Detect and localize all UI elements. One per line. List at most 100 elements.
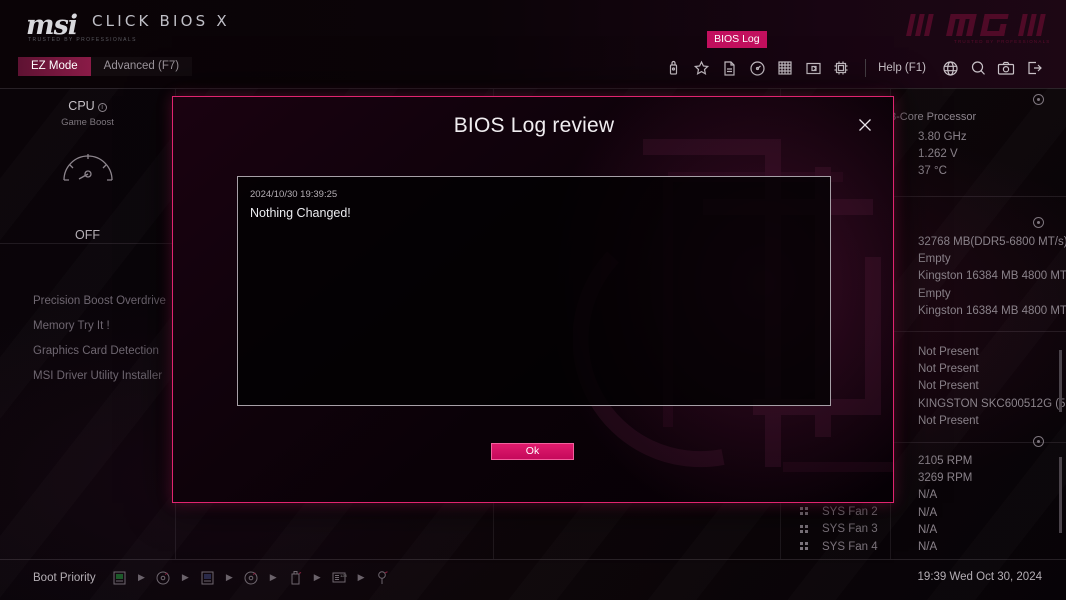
storage-scrollbar[interactable] xyxy=(1059,350,1062,412)
bios-log-review-dialog: BIOS Log review 2024/10/30 19:39:25 Noth… xyxy=(172,96,894,503)
menu-item-memory-try-it[interactable]: Memory Try It ! xyxy=(0,314,175,339)
gear-icon[interactable] xyxy=(1033,217,1044,228)
fan-scrollbar[interactable] xyxy=(1059,457,1062,533)
fan-icon xyxy=(800,507,809,516)
boot-device-network-boot-icon[interactable]: 128 xyxy=(330,568,349,587)
board-explorer-icon[interactable] xyxy=(771,55,799,81)
hardware-monitor-icon[interactable] xyxy=(743,55,771,81)
mode-tabs: EZ Mode Advanced (F7) xyxy=(18,57,192,76)
header-toolbar: BIOS Log Help (F1) xyxy=(659,31,1048,81)
msi-logo-subtitle: TRUSTED BY PROFESSIONALS xyxy=(28,37,137,43)
boot-device-hard-disk-icon[interactable] xyxy=(198,568,217,587)
game-boost-title-text: CPU xyxy=(68,99,95,113)
usb-lock-icon[interactable] xyxy=(659,55,687,81)
game-boost-state: OFF xyxy=(75,228,100,242)
dialog-title: BIOS Log review xyxy=(453,114,615,137)
info-icon[interactable]: i xyxy=(97,103,107,112)
memory-slot: Kingston 16384 MB 4800 MT/s xyxy=(918,270,1066,283)
boot-device-optical-disc-icon[interactable] xyxy=(242,568,261,587)
tab-ez-mode[interactable]: EZ Mode xyxy=(18,57,91,76)
boot-arrow-icon: ▶ xyxy=(181,572,189,582)
memory-slot: Empty xyxy=(918,253,951,266)
fan-info-section: 2105 RPM 3269 RPM N/A N/A N/A N/A xyxy=(890,431,1066,559)
product-name: CLICK BIOS X xyxy=(92,12,230,30)
close-icon[interactable] xyxy=(854,114,876,136)
left-panel-rule xyxy=(0,243,175,244)
toolbar-divider xyxy=(865,59,867,77)
cpu-chip-icon[interactable] xyxy=(827,55,855,81)
boot-device-hard-disk-icon[interactable] xyxy=(110,568,129,587)
menu-item-graphics-card-detection[interactable]: Graphics Card Detection xyxy=(0,339,175,364)
memory-total: 32768 MB(DDR5-6800 MT/s) xyxy=(918,236,1066,248)
fan-label-list: SYS Fan 2 SYS Fan 3 SYS Fan 4 xyxy=(800,503,878,556)
storage-info-section: Not Present Not Present Not Present KING… xyxy=(890,328,1066,444)
exit-icon[interactable] xyxy=(1020,55,1048,81)
boot-device-uefi-shell-icon[interactable] xyxy=(374,568,393,587)
fan-speed: N/A xyxy=(918,506,938,519)
boot-arrow-icon: ▶ xyxy=(269,572,277,582)
cpu-info-section: 8-Core Processor 3.80 GHz 1.262 V 37 °C xyxy=(890,89,1066,212)
menu-item-msi-driver-utility-installer[interactable]: MSI Driver Utility Installer xyxy=(0,364,175,389)
boot-device-usb-drive-icon[interactable] xyxy=(286,568,305,587)
header: msi TRUSTED BY PROFESSIONALS CLICK BIOS … xyxy=(0,0,1066,89)
cpu-temperature: 37 °C xyxy=(918,165,947,178)
game-boost-subtitle: Game Boost xyxy=(61,117,114,128)
bios-screen: msi TRUSTED BY PROFESSIONALS CLICK BIOS … xyxy=(0,0,1066,600)
cpu-frequency: 3.80 GHz xyxy=(918,131,967,143)
fan-speed: N/A xyxy=(918,489,938,502)
boot-arrow-icon: ▶ xyxy=(313,572,321,582)
menu-item-precision-boost-overdrive[interactable]: Precision Boost Overdrive xyxy=(0,289,175,314)
bios-log-tooltip: BIOS Log xyxy=(707,31,767,48)
right-panel: 8-Core Processor 3.80 GHz 1.262 V 37 °C … xyxy=(890,89,1066,559)
fan-speed: 3269 RPM xyxy=(918,472,973,485)
boot-arrow-icon: ▶ xyxy=(225,572,233,582)
game-boost-title: CPU i xyxy=(0,99,175,113)
tab-advanced[interactable]: Advanced (F7) xyxy=(91,57,192,76)
gear-icon[interactable] xyxy=(1033,436,1044,447)
mpg-watermark: TRUSTED BY PROFESSIONALS xyxy=(906,8,1058,46)
boot-arrow-icon: ▶ xyxy=(138,572,145,582)
cpu-voltage: 1.262 V xyxy=(918,148,958,161)
memory-slot: Kingston 16384 MB 4800 MT/s xyxy=(918,304,1066,317)
svg-text:128: 128 xyxy=(340,573,347,578)
log-message: Nothing Changed! xyxy=(250,206,351,220)
footer-rule xyxy=(0,559,1066,560)
footer: Boot Priority ▶ ▶ ▶ ▶ ▶ 128 ▶ 19:39 Wed … xyxy=(0,559,1066,600)
left-panel: CPU i Game Boost OFF Precision Boost Over… xyxy=(0,89,175,559)
storage-device: KINGSTON SKC600512G (512 xyxy=(918,397,1066,410)
svg-text:TRUSTED BY PROFESSIONALS: TRUSTED BY PROFESSIONALS xyxy=(954,39,1050,44)
fan-icon xyxy=(800,524,809,534)
storage-device: Not Present xyxy=(918,380,979,393)
boot-device-optical-disc-icon[interactable] xyxy=(154,568,173,587)
boot-priority-chain: ▶ ▶ ▶ ▶ ▶ 128 ▶ xyxy=(110,568,393,587)
m-flash-icon[interactable] xyxy=(799,55,827,81)
fan-row[interactable]: SYS Fan 2 xyxy=(800,503,878,521)
boot-priority-label: Boot Priority xyxy=(33,572,96,584)
help-button[interactable]: Help (F1) xyxy=(878,62,926,74)
language-globe-icon[interactable] xyxy=(936,55,964,81)
storage-device: Not Present xyxy=(918,346,979,358)
storage-device: Not Present xyxy=(918,363,979,376)
fan-label: SYS Fan 2 xyxy=(822,505,878,518)
fan-row[interactable]: SYS Fan 3 xyxy=(800,521,878,539)
left-panel-menu: Precision Boost Overdrive Memory Try It … xyxy=(0,289,175,389)
memory-info-section: 32768 MB(DDR5-6800 MT/s) Empty Kingston … xyxy=(890,212,1066,333)
fan-speed: N/A xyxy=(918,541,938,554)
fan-speed: N/A xyxy=(918,523,938,536)
storage-device: Not Present xyxy=(918,414,979,427)
section-rule xyxy=(890,195,1066,197)
ok-button[interactable]: Ok xyxy=(491,443,574,460)
screenshot-camera-icon[interactable] xyxy=(992,55,1020,81)
fan-row[interactable]: SYS Fan 4 xyxy=(800,538,878,556)
search-icon[interactable] xyxy=(964,55,992,81)
fan-label: SYS Fan 4 xyxy=(822,540,878,553)
speedometer-gauge-icon[interactable] xyxy=(0,144,175,190)
memory-slot: Empty xyxy=(918,287,951,300)
favorites-star-icon[interactable] xyxy=(687,55,715,81)
bios-log-icon[interactable]: BIOS Log xyxy=(707,31,767,81)
gear-icon[interactable] xyxy=(1033,94,1044,105)
log-timestamp: 2024/10/30 19:39:25 xyxy=(250,189,338,200)
boot-arrow-icon: ▶ xyxy=(357,572,365,582)
bios-log-content[interactable]: 2024/10/30 19:39:25 Nothing Changed! xyxy=(237,176,831,406)
fan-label: SYS Fan 3 xyxy=(822,523,878,536)
